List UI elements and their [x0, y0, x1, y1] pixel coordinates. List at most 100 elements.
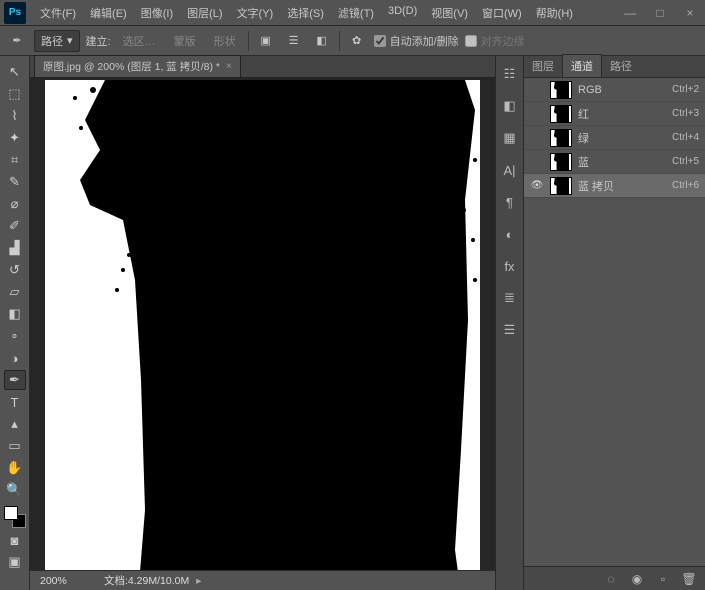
delete-channel-icon[interactable]: 🗑 [681, 572, 697, 586]
stamp-tool[interactable]: ▟ [4, 238, 26, 258]
menu-2[interactable]: 图像(I) [135, 2, 179, 24]
menu-10[interactable]: 帮助(H) [530, 2, 579, 24]
channel-name: 蓝 [578, 154, 666, 170]
channel-shortcut: Ctrl+4 [672, 132, 699, 143]
channel-thumb [550, 81, 572, 99]
eyedropper-tool[interactable]: ✎ [4, 172, 26, 192]
quickmask-toggle[interactable]: ◙ [4, 530, 26, 550]
path-select-tool[interactable]: ▴ [4, 414, 26, 434]
make-mask-button[interactable]: 蒙版 [168, 31, 202, 51]
menu-7[interactable]: 3D(D) [382, 2, 423, 24]
channel-name: 红 [578, 106, 666, 122]
doc-info[interactable]: 文档:4.29M/10.0M ▸ [104, 573, 201, 588]
channel-row[interactable]: RGBCtrl+2 [524, 78, 705, 102]
color-swatches[interactable] [4, 506, 26, 528]
channel-row[interactable]: 绿Ctrl+4 [524, 126, 705, 150]
channel-shortcut: Ctrl+5 [672, 156, 699, 167]
adjustments-panel-icon[interactable]: ◐ [500, 224, 520, 244]
path-align-icon[interactable]: ☰ [283, 30, 305, 52]
styles-panel-icon[interactable]: fx [500, 256, 520, 276]
make-label: 建立: [86, 33, 111, 49]
screenmode-toggle[interactable]: ▣ [4, 552, 26, 572]
healing-tool[interactable]: ⌀ [4, 194, 26, 214]
properties-panel-icon[interactable]: ≣ [500, 288, 520, 308]
menu-8[interactable]: 视图(V) [425, 2, 474, 24]
new-channel-icon[interactable]: ▫ [655, 572, 671, 586]
close-tab-icon[interactable]: × [226, 61, 232, 72]
auto-add-remove-checkbox[interactable]: 自动添加/删除 [374, 33, 459, 49]
channel-list: RGBCtrl+2 红 Ctrl+3 绿Ctrl+4 蓝 Ctrl+5 👁 蓝 拷贝 Ctrl+… [524, 78, 705, 566]
channel-row[interactable]: 👁 蓝 拷贝 Ctrl+6 [524, 174, 705, 198]
measure-panel-icon[interactable]: ☰ [500, 320, 520, 340]
path-arrange-icon[interactable]: ◧ [311, 30, 333, 52]
zoom-value[interactable]: 200% [40, 575, 90, 587]
window-close[interactable]: × [675, 3, 705, 23]
tools-panel: ↖⬚⌇✦⌗✎⌀✐▟↺▱◧∘◑✒T▴▭✋🔍 ◙▣ [0, 56, 30, 590]
document-tab-label: 原图.jpg @ 200% (图层 1, 蓝 拷贝/8) * [43, 59, 220, 74]
pen-tool[interactable]: ✒ [4, 370, 26, 390]
channel-thumb [550, 153, 572, 171]
history-panel-icon[interactable]: ☷ [500, 64, 520, 84]
channel-thumb [550, 129, 572, 147]
channel-shortcut: Ctrl+2 [672, 84, 699, 95]
menu-1[interactable]: 编辑(E) [84, 2, 133, 24]
menu-3[interactable]: 图层(L) [181, 2, 228, 24]
panel-dock: ☷ ◧ ▦ A| ¶ ◐ fx ≣ ☰ [496, 56, 524, 590]
magic-wand-tool[interactable]: ✦ [4, 128, 26, 148]
eraser-tool[interactable]: ▱ [4, 282, 26, 302]
channel-thumb [550, 177, 572, 195]
save-selection-icon[interactable]: ◉ [629, 572, 645, 586]
character-panel-icon[interactable]: A| [500, 160, 520, 180]
menu-bar: 文件(F)编辑(E)图像(I)图层(L)文字(Y)选择(S)滤镜(T)3D(D)… [34, 2, 579, 24]
menu-4[interactable]: 文字(Y) [231, 2, 280, 24]
visibility-icon[interactable]: 👁 [530, 180, 544, 191]
tab-channels[interactable]: 通道 [562, 54, 602, 77]
current-tool-icon[interactable]: ✒ [6, 30, 28, 52]
brush-tool[interactable]: ✐ [4, 216, 26, 236]
menu-5[interactable]: 选择(S) [281, 2, 330, 24]
color-panel-icon[interactable]: ◧ [500, 96, 520, 116]
zoom-tool[interactable]: 🔍 [4, 480, 26, 500]
align-edges-checkbox[interactable]: 对齐边缘 [465, 33, 525, 49]
crop-tool[interactable]: ⌗ [4, 150, 26, 170]
ps-logo: Ps [4, 2, 26, 24]
channel-name: 蓝 拷贝 [578, 178, 666, 194]
swatches-panel-icon[interactable]: ▦ [500, 128, 520, 148]
shape-tool[interactable]: ▭ [4, 436, 26, 456]
tab-layers[interactable]: 图层 [524, 55, 562, 77]
channel-panel-footer: ◌ ◉ ▫ 🗑 [524, 566, 705, 590]
menu-6[interactable]: 滤镜(T) [332, 2, 380, 24]
channel-shortcut: Ctrl+3 [672, 108, 699, 119]
type-tool[interactable]: T [4, 392, 26, 412]
gear-icon[interactable]: ✿ [346, 30, 368, 52]
status-bar: 200% 文档:4.29M/10.0M ▸ [30, 570, 495, 590]
chevron-down-icon: ▾ [67, 34, 73, 47]
channel-shortcut: Ctrl+6 [672, 180, 699, 191]
move-tool[interactable]: ↖ [4, 62, 26, 82]
canvas[interactable] [45, 80, 480, 570]
load-selection-icon[interactable]: ◌ [603, 572, 619, 586]
lasso-tool[interactable]: ⌇ [4, 106, 26, 126]
gradient-tool[interactable]: ◧ [4, 304, 26, 324]
history-brush-tool[interactable]: ↺ [4, 260, 26, 280]
mode-dropdown[interactable]: 路径 ▾ [34, 30, 80, 52]
menu-9[interactable]: 窗口(W) [476, 2, 528, 24]
blur-tool[interactable]: ∘ [4, 326, 26, 346]
path-ops-icon[interactable]: ▣ [255, 30, 277, 52]
channel-row[interactable]: 蓝 Ctrl+5 [524, 150, 705, 174]
document-tab[interactable]: 原图.jpg @ 200% (图层 1, 蓝 拷贝/8) * × [34, 55, 241, 77]
window-max[interactable]: □ [645, 3, 675, 23]
menu-0[interactable]: 文件(F) [34, 2, 82, 24]
dodge-tool[interactable]: ◑ [4, 348, 26, 368]
paragraph-panel-icon[interactable]: ¶ [500, 192, 520, 212]
make-selection-button[interactable]: 选区… [117, 31, 162, 51]
make-shape-button[interactable]: 形状 [208, 31, 242, 51]
window-min[interactable]: — [615, 3, 645, 23]
canvas-area[interactable] [30, 78, 495, 570]
marquee-tool[interactable]: ⬚ [4, 84, 26, 104]
mode-label: 路径 [41, 33, 63, 49]
tab-paths[interactable]: 路径 [602, 55, 640, 77]
channel-image [45, 80, 480, 570]
hand-tool[interactable]: ✋ [4, 458, 26, 478]
channel-row[interactable]: 红 Ctrl+3 [524, 102, 705, 126]
